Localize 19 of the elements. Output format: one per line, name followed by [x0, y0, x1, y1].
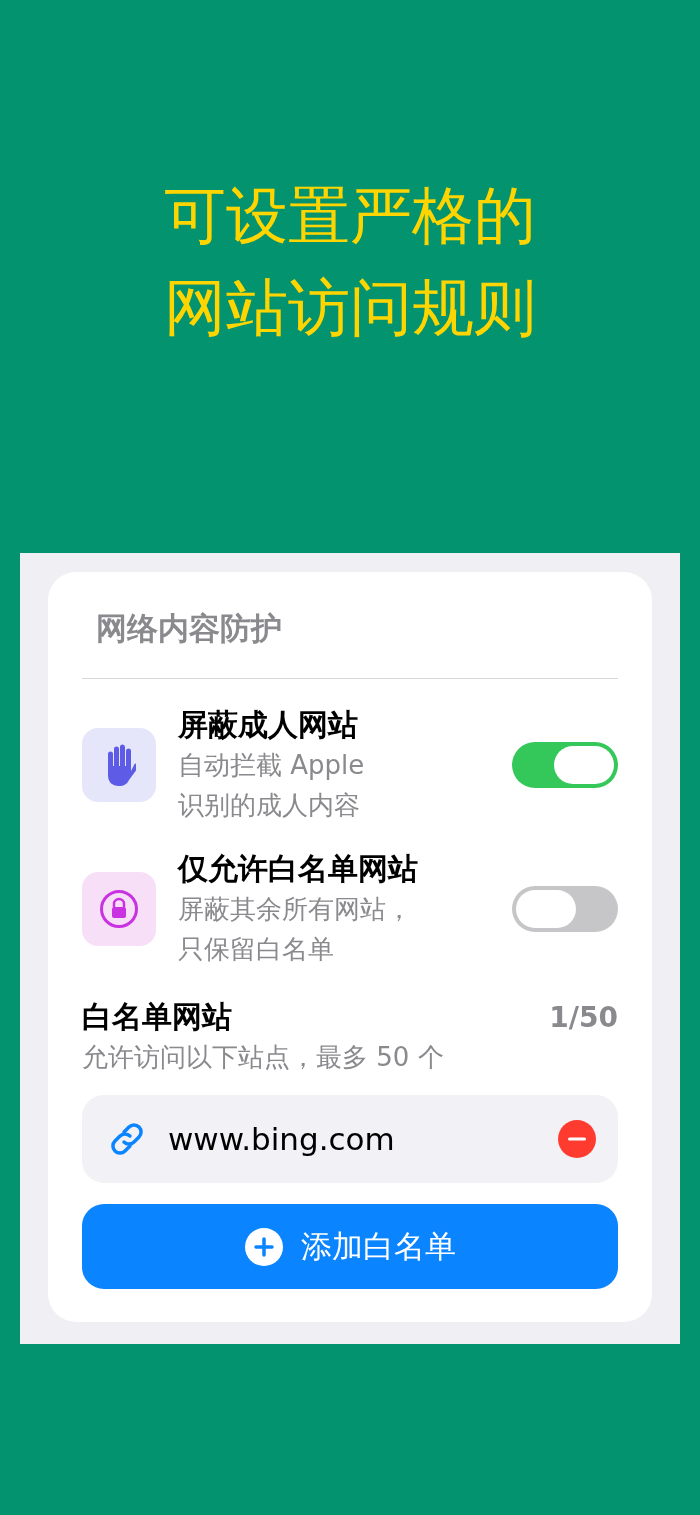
toggle-description: 自动拦截 Apple: [178, 749, 366, 782]
plus-icon: [244, 1227, 283, 1266]
section-title: 网络内容防护: [95, 609, 283, 648]
toggle-switch[interactable]: [512, 742, 618, 788]
whitelist-title: 白名单网站: [82, 998, 232, 1036]
add-whitelist-button[interactable]: 添加白名单: [82, 1204, 618, 1289]
toggle-title: 屏蔽成人网站: [178, 706, 359, 744]
headline: 网站访问规则: [164, 270, 536, 346]
toggle-description: 屏蔽其余所有网站，: [178, 893, 413, 926]
toggle-switch[interactable]: [512, 886, 618, 932]
whitelist-description: 允许访问以下站点，最多 50 个: [82, 1041, 445, 1074]
whitelist-count: 1/50: [549, 1000, 618, 1034]
remove-icon[interactable]: [558, 1120, 596, 1158]
website-url: www.bing.com: [168, 1121, 396, 1157]
toggle-description: 只保留白名单: [178, 933, 335, 966]
headline: 可设置严格的: [164, 178, 536, 254]
toggle-description: 识别的成人内容: [178, 789, 361, 822]
lock-icon: [99, 889, 139, 929]
toggle-title: 仅允许白名单网站: [178, 850, 419, 888]
